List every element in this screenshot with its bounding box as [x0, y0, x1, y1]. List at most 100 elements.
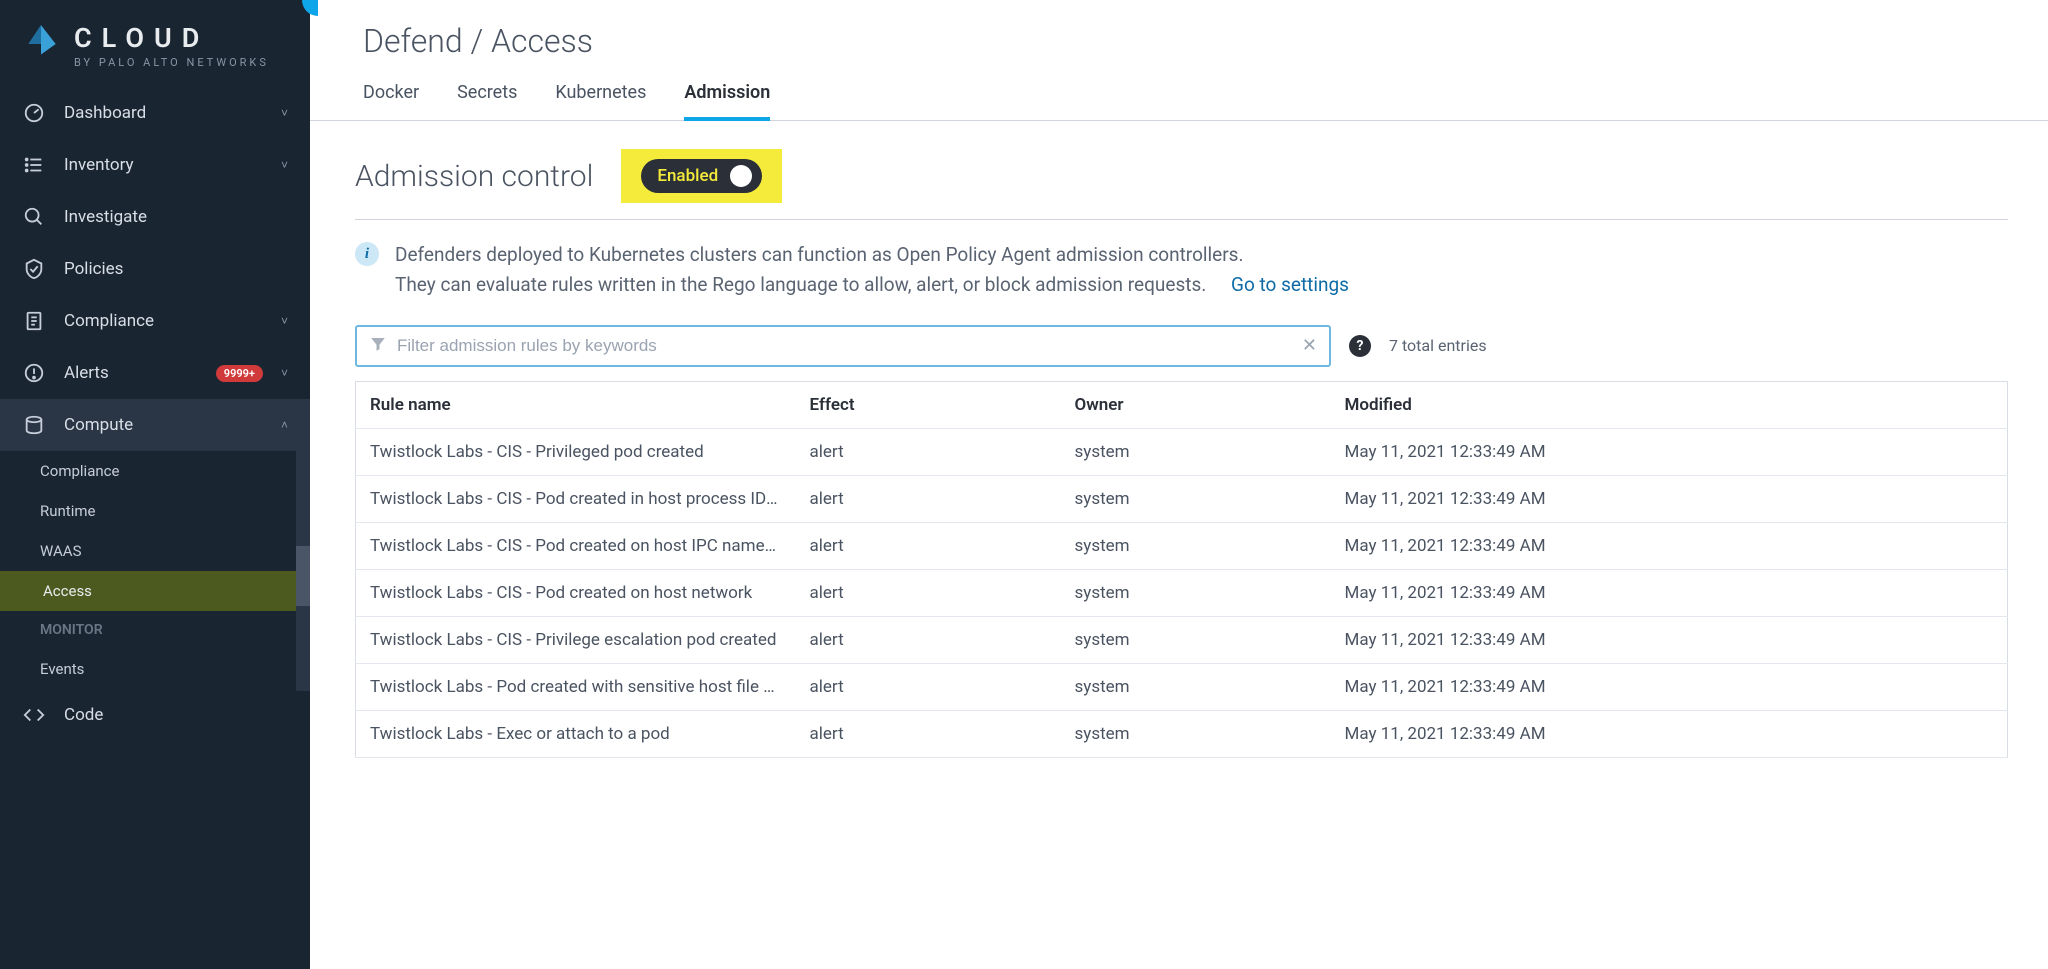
filter-row: ✕ ? 7 total entries [355, 311, 2008, 381]
cell-modified: May 11, 2021 12:33:49 AM [1331, 616, 2008, 663]
rules-table: Rule name Effect Owner Modified Twistloc… [355, 381, 2008, 758]
code-icon [22, 703, 46, 727]
table-row[interactable]: Twistlock Labs - Exec or attach to a pod… [356, 710, 2008, 757]
tab-kubernetes[interactable]: Kubernetes [555, 82, 646, 121]
alert-icon [22, 361, 46, 385]
table-row[interactable]: Twistlock Labs - CIS - Privilege escalat… [356, 616, 2008, 663]
enabled-toggle[interactable]: Enabled [641, 159, 762, 193]
logo-text-sub: BY PALO ALTO NETWORKS [74, 56, 269, 69]
tab-secrets[interactable]: Secrets [457, 82, 517, 121]
cell-effect: alert [796, 569, 1061, 616]
cell-modified: May 11, 2021 12:33:49 AM [1331, 663, 2008, 710]
cell-effect: alert [796, 475, 1061, 522]
sidebar-item-investigate[interactable]: Investigate [0, 191, 310, 243]
cell-rule: Twistlock Labs - CIS - Pod created on ho… [356, 522, 796, 569]
filter-icon [369, 335, 387, 357]
section: Admission control Enabled i Defenders de… [310, 121, 2048, 778]
cell-modified: May 11, 2021 12:33:49 AM [1331, 522, 2008, 569]
subnav-item-access[interactable]: Access [0, 571, 310, 611]
nav: Dashboard ˅ Inventory ˅ Investigate Poli… [0, 87, 310, 969]
logo: CLOUD BY PALO ALTO NETWORKS [0, 0, 310, 87]
subnav-item-events[interactable]: Events [0, 649, 310, 689]
cell-rule: Twistlock Labs - CIS - Privileged pod cr… [356, 428, 796, 475]
table-row[interactable]: Twistlock Labs - CIS - Pod created in ho… [356, 475, 2008, 522]
doc-icon [22, 309, 46, 333]
sidebar-item-compliance[interactable]: Compliance ˅ [0, 295, 310, 347]
cell-rule: Twistlock Labs - CIS - Pod created in ho… [356, 475, 796, 522]
col-rule-name[interactable]: Rule name [356, 381, 796, 428]
cell-modified: May 11, 2021 12:33:49 AM [1331, 569, 2008, 616]
cell-owner: system [1061, 663, 1331, 710]
sidebar-item-label: Dashboard [64, 103, 263, 123]
toggle-highlight: Enabled [621, 149, 782, 203]
cell-effect: alert [796, 663, 1061, 710]
col-effect[interactable]: Effect [796, 381, 1061, 428]
section-title: Admission control [355, 159, 593, 194]
sidebar-item-dashboard[interactable]: Dashboard ˅ [0, 87, 310, 139]
subnav-scrollbar-track[interactable] [296, 451, 310, 691]
list-icon [22, 153, 46, 177]
chevron-down-icon: ˅ [281, 366, 288, 380]
settings-link[interactable]: Go to settings [1231, 273, 1349, 296]
tabs: Docker Secrets Kubernetes Admission [310, 68, 2048, 121]
cell-owner: system [1061, 569, 1331, 616]
chevron-down-icon: ˅ [281, 314, 288, 328]
cell-rule: Twistlock Labs - Pod created with sensit… [356, 663, 796, 710]
sidebar-item-label: Policies [64, 259, 288, 279]
sidebar-item-code[interactable]: Code [0, 689, 310, 741]
sidebar-item-alerts[interactable]: Alerts 9999+ ˅ [0, 347, 310, 399]
table-row[interactable]: Twistlock Labs - Pod created with sensit… [356, 663, 2008, 710]
cell-modified: May 11, 2021 12:33:49 AM [1331, 475, 2008, 522]
col-modified[interactable]: Modified [1331, 381, 2008, 428]
sidebar-item-label: Compute [64, 415, 263, 435]
table-header-row: Rule name Effect Owner Modified [356, 381, 2008, 428]
cell-effect: alert [796, 428, 1061, 475]
compute-icon [22, 413, 46, 437]
chevron-up-icon: ˄ [281, 418, 288, 432]
breadcrumb: Defend / Access [310, 0, 2048, 68]
section-header: Admission control Enabled [355, 149, 2008, 220]
table-row[interactable]: Twistlock Labs - CIS - Pod created on ho… [356, 569, 2008, 616]
toggle-knob [730, 165, 752, 187]
sidebar-item-inventory[interactable]: Inventory ˅ [0, 139, 310, 191]
info-line2: They can evaluate rules written in the R… [395, 273, 1206, 296]
col-owner[interactable]: Owner [1061, 381, 1331, 428]
cell-owner: system [1061, 616, 1331, 663]
cell-rule: Twistlock Labs - Exec or attach to a pod [356, 710, 796, 757]
main-content: Defend / Access DockerSecretsKubernetesA… [310, 0, 2048, 969]
cell-modified: May 11, 2021 12:33:49 AM [1331, 710, 2008, 757]
chevron-down-icon: ˅ [281, 158, 288, 172]
shield-icon [22, 257, 46, 281]
sidebar-item-compute[interactable]: Compute ˄ [0, 399, 310, 451]
sidebar-item-policies[interactable]: Policies [0, 243, 310, 295]
filter-input[interactable] [397, 336, 1292, 356]
sidebar-item-label: Inventory [64, 155, 263, 175]
cell-effect: alert [796, 616, 1061, 663]
alerts-badge: 9999+ [216, 365, 263, 382]
subnav-item-runtime[interactable]: Runtime [0, 491, 310, 531]
cell-owner: system [1061, 522, 1331, 569]
search-icon [22, 205, 46, 229]
subnav-item-waas[interactable]: WAAS [0, 531, 310, 571]
gauge-icon [22, 101, 46, 125]
sidebar-item-label: Alerts [64, 363, 198, 383]
cell-owner: system [1061, 428, 1331, 475]
help-icon[interactable]: ? [1349, 335, 1371, 357]
logo-icon [20, 23, 62, 69]
table-row[interactable]: Twistlock Labs - CIS - Privileged pod cr… [356, 428, 2008, 475]
cell-effect: alert [796, 710, 1061, 757]
tab-admission[interactable]: Admission [684, 82, 770, 121]
subnav-item-monitor: MONITOR [0, 611, 310, 649]
subnav-item-compliance[interactable]: Compliance [0, 451, 310, 491]
sidebar: CLOUD BY PALO ALTO NETWORKS Dashboard ˅ … [0, 0, 310, 969]
sidebar-item-label: Investigate [64, 207, 288, 227]
tab-docker[interactable]: Docker [363, 82, 419, 121]
subnav-scroll-area: ComplianceRuntimeWAASAccessMONITOREvents [0, 451, 310, 689]
table-row[interactable]: Twistlock Labs - CIS - Pod created on ho… [356, 522, 2008, 569]
filter-box[interactable]: ✕ [355, 325, 1331, 367]
sidebar-item-label: Code [64, 705, 288, 725]
cell-effect: alert [796, 522, 1061, 569]
clear-icon[interactable]: ✕ [1302, 335, 1317, 356]
sidebar-item-label: Compliance [64, 311, 263, 331]
subnav-scrollbar-thumb[interactable] [296, 546, 310, 606]
